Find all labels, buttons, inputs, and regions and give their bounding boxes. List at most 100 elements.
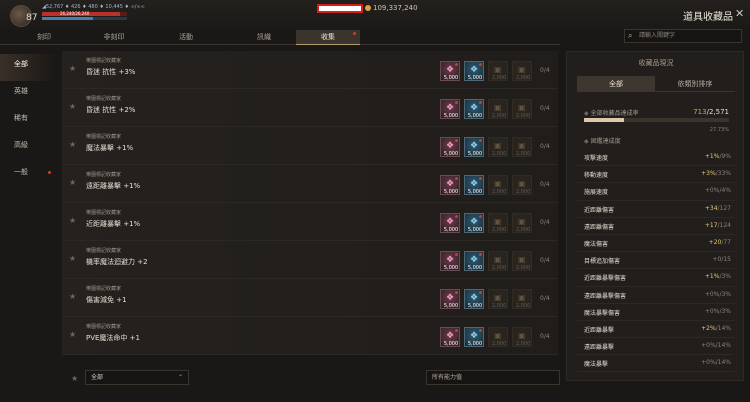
search-input[interactable]: ⌕ 請輸入關鍵字 xyxy=(624,29,742,43)
sidebar-item-advanced[interactable]: 高級 xyxy=(0,135,56,162)
gold-display: 109,337,240 xyxy=(365,4,418,12)
item-slot[interactable]: ▣ 2,000 xyxy=(488,327,508,347)
favorite-star-icon[interactable]: ★ xyxy=(69,102,76,111)
item-slot[interactable]: ▣ 2,000 xyxy=(488,175,508,195)
item-slot[interactable]: ❖ 5,000 xyxy=(464,61,484,81)
item-slot[interactable]: ❖ 5,000 xyxy=(440,289,460,309)
collection-progress: 0/4 xyxy=(540,333,550,340)
gem-icon: ❖ xyxy=(446,65,455,75)
tab-xunzhi[interactable]: 訊織 xyxy=(232,30,296,45)
stat-row: 目標追加傷害 +0/15 xyxy=(577,252,735,270)
stat-row: 近距離暴擊 +2%/14% xyxy=(577,321,735,339)
tab-by-category[interactable]: 依類別排序 xyxy=(655,76,735,92)
gem-icon: ❖ xyxy=(446,255,455,265)
item-slot[interactable]: ❖ 5,000 xyxy=(464,137,484,157)
tab-non-engraved[interactable]: 非刻印 xyxy=(88,30,140,45)
item-quantity: 5,000 xyxy=(467,227,483,233)
item-slot[interactable]: ❖ 5,000 xyxy=(440,99,460,119)
top-bar: 87 ◢52,767 ♦ 426 ♦ 480 ♦ 10,445 ♦ ∞/∞∞ 2… xyxy=(0,0,750,30)
tab-all[interactable]: 全部 xyxy=(577,76,655,92)
category-sidebar: 全部 英雄 稀有 高級 一般 xyxy=(0,54,56,189)
item-quantity: 2,000 xyxy=(515,151,531,157)
item-slot[interactable]: ❖ 5,000 xyxy=(464,327,484,347)
item-slot[interactable]: ❖ 5,000 xyxy=(440,251,460,271)
collection-progress: 0/4 xyxy=(540,67,550,74)
grade-dropdown[interactable]: 全部 ⌃ xyxy=(85,370,189,385)
ability-filter[interactable]: 所有能力值 xyxy=(426,370,560,385)
favorite-star-icon[interactable]: ★ xyxy=(69,254,76,263)
item-slot[interactable]: ❖ 5,000 xyxy=(464,213,484,233)
collection-row[interactable]: ★ 樂園標記收藏家 PVE魔法命中 +1 ❖ 5,000 ❖ 5,000 ▣ 2,00… xyxy=(62,317,558,355)
stat-label: 遠距離暴擊 xyxy=(584,344,615,352)
collection-row[interactable]: ★ 樂園標記收藏家 魔法暴擊 +1% ❖ 5,000 ❖ 5,000 ▣ 2,000 … xyxy=(62,127,558,165)
item-slot[interactable]: ❖ 5,000 xyxy=(440,61,460,81)
item-slot[interactable]: ▣ 2,000 xyxy=(488,213,508,233)
collection-row[interactable]: ★ 樂園標記收藏家 傷害減免 +1 ❖ 5,000 ❖ 5,000 ▣ 2,000 ▣… xyxy=(62,279,558,317)
item-quantity: 5,000 xyxy=(467,75,483,81)
item-slot[interactable]: ❖ 5,000 xyxy=(440,327,460,347)
item-quantity: 5,000 xyxy=(467,265,483,271)
ingot-icon: ▣ xyxy=(494,293,502,302)
sidebar-item-hero[interactable]: 英雄 xyxy=(0,81,56,108)
item-slot[interactable]: ❖ 5,000 xyxy=(440,137,460,157)
collection-row[interactable]: ★ 樂園標記收藏家 昏迷 抗性 +3% ❖ 5,000 ❖ 5,000 ▣ 2,000… xyxy=(62,51,558,89)
item-slot[interactable]: ❖ 5,000 xyxy=(440,175,460,195)
favorite-star-icon[interactable]: ★ xyxy=(69,64,76,73)
page-title: 道具收藏品 xyxy=(683,12,733,23)
collection-progress: 0/4 xyxy=(540,219,550,226)
close-icon[interactable]: ✕ xyxy=(735,7,744,20)
item-slot[interactable]: ❖ 5,000 xyxy=(464,289,484,309)
collection-row[interactable]: ★ 樂園標記收藏家 近距離暴擊 +1% ❖ 5,000 ❖ 5,000 ▣ 2,000… xyxy=(62,203,558,241)
item-slot[interactable]: ❖ 5,000 xyxy=(464,175,484,195)
item-slot[interactable]: ❖ 5,000 xyxy=(440,213,460,233)
sidebar-item-rare[interactable]: 稀有 xyxy=(0,108,56,135)
favorite-star-icon[interactable]: ★ xyxy=(69,140,76,149)
item-quantity: 5,000 xyxy=(443,227,459,233)
item-quantity: 2,000 xyxy=(515,113,531,119)
collection-progress: 0/4 xyxy=(540,143,550,150)
favorite-filter-star-icon[interactable]: ★ xyxy=(71,374,78,383)
tab-engraved[interactable]: 刻印 xyxy=(0,30,88,45)
item-slot[interactable]: ▣ 2,000 xyxy=(512,213,532,233)
player-level: 87 xyxy=(26,13,38,23)
collection-row[interactable]: ★ 樂園標記收藏家 昏迷 抗性 +2% ❖ 5,000 ❖ 5,000 ▣ 2,000… xyxy=(62,89,558,127)
favorite-star-icon[interactable]: ★ xyxy=(69,216,76,225)
collection-row[interactable]: ★ 樂園標記收藏家 遠距離暴擊 +1% ❖ 5,000 ❖ 5,000 ▣ 2,000… xyxy=(62,165,558,203)
stat-gain: +0% xyxy=(701,359,716,367)
tab-collect[interactable]: 收集 xyxy=(296,30,360,45)
section-label-text: 固鑑達成度 xyxy=(590,138,621,145)
item-slot[interactable]: ▣ 2,000 xyxy=(512,327,532,347)
collection-row[interactable]: ★ 樂園標記收藏家 機率魔法迴避力 +2 ❖ 5,000 ❖ 5,000 ▣ 2,00… xyxy=(62,241,558,279)
item-slot[interactable]: ▣ 2,000 xyxy=(488,61,508,81)
item-slot[interactable]: ❖ 5,000 xyxy=(464,251,484,271)
item-slot[interactable]: ▣ 2,000 xyxy=(512,137,532,157)
item-slot[interactable]: ▣ 2,000 xyxy=(488,137,508,157)
item-quantity: 5,000 xyxy=(467,303,483,309)
item-quantity: 5,000 xyxy=(467,151,483,157)
item-slot[interactable]: ▣ 2,000 xyxy=(512,99,532,119)
item-slot[interactable]: ❖ 5,000 xyxy=(464,99,484,119)
stat-row: 魔法傷害 +20/77 xyxy=(577,235,735,253)
stat-gain: +1% xyxy=(704,153,720,160)
favorite-star-icon[interactable]: ★ xyxy=(69,292,76,301)
item-slot[interactable]: ▣ 2,000 xyxy=(512,251,532,271)
item-slot[interactable]: ▣ 2,000 xyxy=(512,289,532,309)
favorite-star-icon[interactable]: ★ xyxy=(69,178,76,187)
stat-row: 遠距離暴擊 +0%/14% xyxy=(577,338,735,356)
sidebar-item-all[interactable]: 全部 xyxy=(0,54,56,81)
sidebar-item-common[interactable]: 一般 xyxy=(0,162,56,189)
item-slot[interactable]: ▣ 2,000 xyxy=(488,289,508,309)
item-slot[interactable]: ▣ 2,000 xyxy=(512,61,532,81)
stat-row: 施展速度 +0%/4% xyxy=(577,183,735,201)
stat-gain: +17 xyxy=(704,221,718,229)
notification-dot xyxy=(479,253,482,256)
item-slot[interactable]: ▣ 2,000 xyxy=(488,251,508,271)
tab-event[interactable]: 活動 xyxy=(140,30,232,45)
ingot-icon: ▣ xyxy=(518,217,526,226)
stat-gain: +0% xyxy=(704,307,720,315)
item-slot[interactable]: ▣ 2,000 xyxy=(512,175,532,195)
favorite-star-icon[interactable]: ★ xyxy=(69,330,76,339)
item-slot[interactable]: ▣ 2,000 xyxy=(488,99,508,119)
collection-effect: 昏迷 抗性 +2% xyxy=(86,106,136,114)
stat-row: 移動速度 +3%/33% xyxy=(577,166,735,184)
